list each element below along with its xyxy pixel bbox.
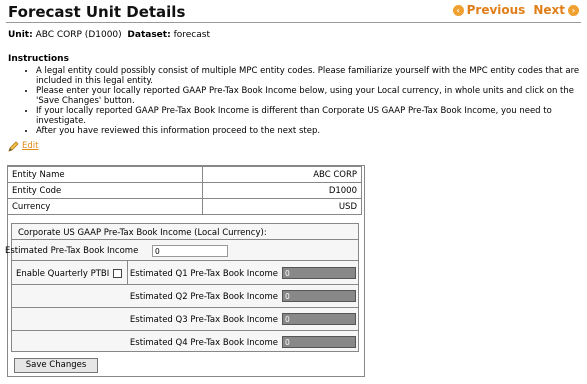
- entity-code-label: Entity Code: [7, 182, 203, 199]
- chevron-right-icon: ›: [568, 4, 579, 16]
- edit-label: Edit: [22, 141, 39, 151]
- entity-name-value: ABC CORP: [202, 166, 362, 183]
- header-divider: [6, 22, 581, 23]
- pencil-icon: [8, 141, 19, 152]
- instructions-list: A legal entity could possibly consist of…: [24, 66, 587, 136]
- next-link[interactable]: Next ›: [533, 3, 579, 17]
- entity-name-label: Entity Name: [7, 166, 203, 183]
- q1-income-label: Estimated Q1 Pre-Tax Book Income: [129, 269, 278, 279]
- q3-income-input[interactable]: [282, 313, 356, 325]
- entity-code-value: D1000: [202, 182, 362, 199]
- q1-income-input[interactable]: [282, 267, 356, 279]
- instruction-item: After you have reviewed this information…: [36, 126, 587, 136]
- row-divider: [11, 307, 359, 308]
- q4-income-input[interactable]: [282, 336, 356, 348]
- currency-value: USD: [202, 198, 362, 215]
- q3-income-label: Estimated Q3 Pre-Tax Book Income: [129, 315, 278, 325]
- table-row: Entity Name ABC CORP: [7, 166, 362, 183]
- instruction-item: Please enter your locally reported GAAP …: [36, 86, 587, 106]
- page-title: Forecast Unit Details: [8, 3, 186, 21]
- dataset-value: forecast: [173, 30, 210, 40]
- page-navigation: ‹ Previous Next ›: [452, 3, 579, 17]
- unit-label: Unit:: [8, 30, 33, 40]
- q4-income-label: Estimated Q4 Pre-Tax Book Income: [129, 338, 278, 348]
- row-divider: [11, 239, 359, 240]
- row-divider: [11, 260, 359, 261]
- row-divider: [11, 284, 359, 285]
- instruction-item: A legal entity could possibly consist of…: [36, 66, 587, 86]
- chevron-left-icon: ‹: [452, 4, 464, 16]
- previous-link[interactable]: ‹ Previous: [452, 3, 526, 17]
- estimated-income-input[interactable]: [152, 245, 228, 257]
- unit-info: Unit: ABC CORP (D1000) Dataset: forecast: [8, 30, 210, 40]
- q2-income-label: Estimated Q2 Pre-Tax Book Income: [129, 292, 278, 302]
- page-header: Forecast Unit Details ‹ Previous Next ›: [0, 0, 587, 22]
- income-panel: Corporate US GAAP Pre-Tax Book Income (L…: [11, 223, 359, 352]
- estimated-income-label: Estimated Pre-Tax Book Income: [5, 246, 139, 256]
- enable-quarterly-checkbox[interactable]: [113, 269, 122, 278]
- income-panel-title: Corporate US GAAP Pre-Tax Book Income (L…: [18, 228, 267, 238]
- instruction-item: If your locally reported GAAP Pre-Tax Bo…: [36, 106, 587, 126]
- table-row: Currency USD: [7, 198, 362, 215]
- entity-table: Entity Name ABC CORP Entity Code D1000 C…: [7, 166, 362, 215]
- edit-link[interactable]: Edit: [8, 140, 38, 152]
- q2-income-input[interactable]: [282, 290, 356, 302]
- table-row: Entity Code D1000: [7, 182, 362, 199]
- previous-label: Previous: [466, 3, 526, 17]
- instructions-heading: Instructions: [8, 54, 69, 64]
- enable-quarterly-label: Enable Quarterly PTBI: [16, 269, 110, 279]
- unit-value: ABC CORP (D1000): [35, 30, 122, 40]
- dataset-label: Dataset:: [127, 30, 171, 40]
- next-label: Next: [533, 3, 565, 17]
- row-divider: [11, 330, 359, 331]
- save-changes-button[interactable]: Save Changes: [14, 358, 98, 373]
- currency-label: Currency: [7, 198, 203, 215]
